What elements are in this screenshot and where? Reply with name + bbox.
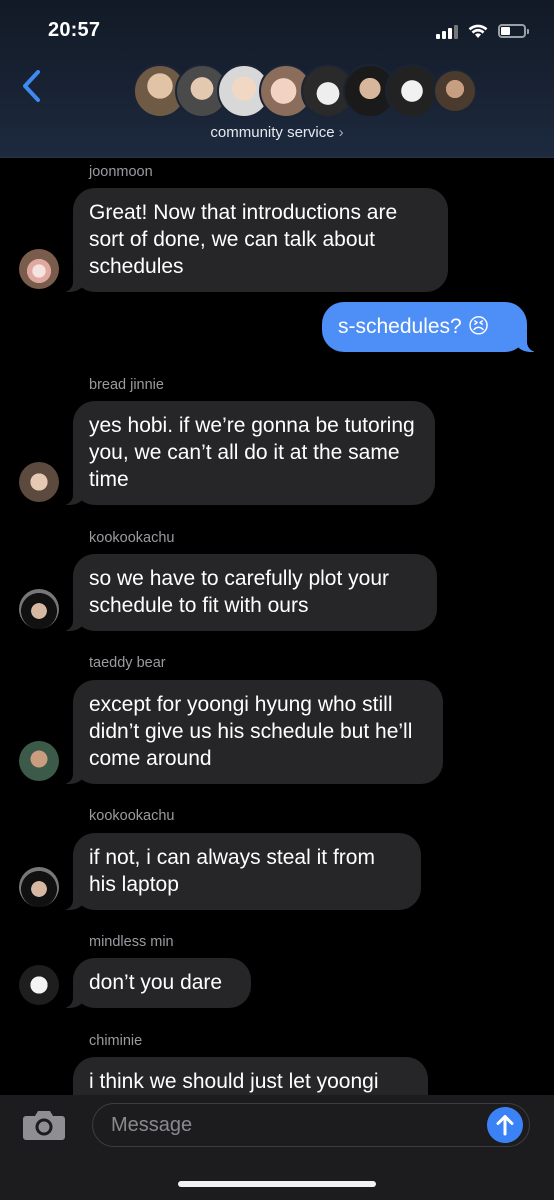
message-text: except for yoongi hyung who still didn’t… <box>89 693 413 770</box>
message-text: Great! Now that introductions are sort o… <box>89 201 398 278</box>
avatar[interactable] <box>19 965 59 1005</box>
sender-name: joonmoon <box>89 164 153 180</box>
message-bubble[interactable]: Great! Now that introductions are sort o… <box>63 188 448 292</box>
sender-name: chiminie <box>89 1033 143 1049</box>
message-input[interactable]: Message <box>92 1103 530 1147</box>
sender-name: kookookachu <box>89 808 175 824</box>
message-bubble[interactable]: yes hobi. if we’re gonna be tutoring you… <box>63 401 435 505</box>
message-bubble[interactable]: if not, i can always steal it from his l… <box>63 833 421 910</box>
camera-icon[interactable] <box>22 1108 66 1142</box>
avatar <box>385 64 439 118</box>
message-bubble[interactable]: except for yoongi hyung who still didn’t… <box>63 680 443 784</box>
send-arrow-icon[interactable] <box>487 1107 523 1143</box>
message-bubble[interactable]: don’t you dare <box>63 958 251 1008</box>
group-name[interactable]: community service › <box>0 124 554 141</box>
status-icons <box>436 20 529 42</box>
avatar[interactable] <box>19 741 59 781</box>
message-text: if not, i can always steal it from his l… <box>89 846 375 896</box>
message-text: don’t you dare <box>89 971 223 994</box>
back-chevron-icon[interactable] <box>18 68 48 104</box>
avatar[interactable] <box>19 462 59 502</box>
sender-name: bread jinnie <box>89 377 164 393</box>
sender-name: mindless min <box>89 934 174 950</box>
group-name-label: community service <box>210 124 335 141</box>
avatar[interactable] <box>19 249 59 289</box>
status-time: 20:57 <box>48 19 101 41</box>
battery-icon <box>498 24 529 38</box>
message-bubble[interactable]: so we have to carefully plot your schedu… <box>63 554 437 631</box>
sender-name: kookookachu <box>89 530 175 546</box>
wifi-icon <box>468 24 488 38</box>
message-text: yes hobi. if we’re gonna be tutoring you… <box>89 414 415 491</box>
cellular-signal-icon <box>436 23 458 39</box>
avatar[interactable] <box>19 867 59 907</box>
message-text: i think we should just let yoongi <box>89 1070 379 1093</box>
home-indicator[interactable] <box>178 1181 376 1187</box>
message-text: s-schedules? 😣 <box>338 315 490 338</box>
avatar[interactable] <box>19 589 59 629</box>
message-text: so we have to carefully plot your schedu… <box>89 567 389 617</box>
sender-name: taeddy bear <box>89 655 166 671</box>
conversation-header: 20:57 community service › <box>0 0 554 158</box>
avatar <box>433 69 477 113</box>
chevron-right-icon: › <box>338 124 344 141</box>
message-bubble[interactable]: s-schedules? 😣 <box>322 302 537 352</box>
